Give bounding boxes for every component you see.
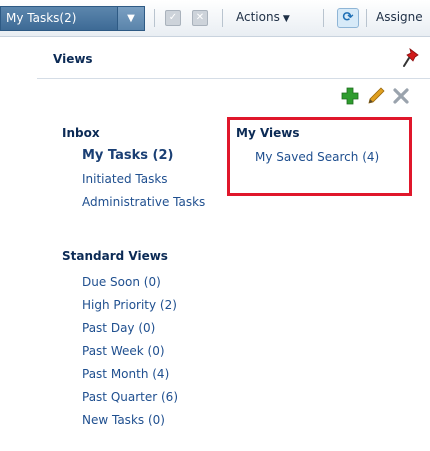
actions-label: Actions — [236, 10, 280, 24]
inbox-item-administrative-tasks[interactable]: Administrative Tasks — [82, 195, 205, 209]
inbox-item-initiated-tasks[interactable]: Initiated Tasks — [82, 172, 168, 186]
standard-view-due-soon[interactable]: Due Soon (0) — [82, 275, 161, 289]
toolbar: My Tasks(2) ▼ ✓ ✕ Actions ▼ ⟳ Assigne — [0, 0, 430, 37]
inbox-item-my-tasks[interactable]: My Tasks (2) — [82, 148, 173, 163]
chevron-down-icon[interactable]: ▼ — [117, 7, 144, 30]
standard-view-past-week[interactable]: Past Week (0) — [82, 344, 165, 358]
assignee-filter[interactable]: Assigne — [376, 10, 423, 24]
delete-x-icon[interactable] — [392, 87, 410, 105]
views-title: Views — [53, 52, 93, 66]
actions-menu[interactable]: Actions ▼ — [236, 10, 290, 24]
view-select-label: My Tasks(2) — [6, 11, 77, 25]
edit-pencil-icon[interactable] — [366, 86, 386, 106]
my-views-heading: My Views — [236, 126, 300, 140]
refresh-icon[interactable]: ⟳ — [337, 8, 359, 28]
inbox-heading: Inbox — [62, 126, 100, 140]
view-select[interactable]: My Tasks(2) ▼ — [0, 6, 145, 31]
header-divider — [37, 78, 430, 79]
standard-view-past-quarter[interactable]: Past Quarter (6) — [82, 390, 178, 404]
close-box-icon[interactable]: ✕ — [192, 10, 208, 26]
toolbar-separator — [366, 9, 367, 27]
standard-view-past-day[interactable]: Past Day (0) — [82, 321, 155, 335]
caret-down-icon: ▼ — [282, 14, 290, 24]
standard-view-new-tasks[interactable]: New Tasks (0) — [82, 413, 165, 427]
standard-view-past-month[interactable]: Past Month (4) — [82, 367, 169, 381]
toolbar-separator — [323, 9, 324, 27]
toolbar-separator — [154, 9, 155, 27]
my-views-item-saved-search[interactable]: My Saved Search (4) — [255, 150, 379, 164]
standard-views-heading: Standard Views — [62, 249, 168, 263]
checkbox-icon[interactable]: ✓ — [165, 10, 181, 26]
pin-icon[interactable] — [401, 47, 421, 69]
add-icon[interactable] — [340, 86, 360, 106]
toolbar-separator — [222, 9, 223, 27]
standard-view-high-priority[interactable]: High Priority (2) — [82, 298, 177, 312]
